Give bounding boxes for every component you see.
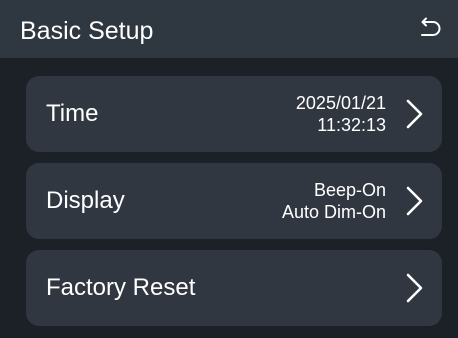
time-label: Time bbox=[46, 100, 99, 127]
time-setting-item[interactable]: Time 2025/01/21 11:32:13 bbox=[26, 76, 442, 152]
clock-value: 11:32:13 bbox=[317, 115, 386, 135]
display-label: Display bbox=[46, 187, 125, 214]
chevron-right-icon bbox=[404, 97, 426, 131]
time-values: 2025/01/21 11:32:13 bbox=[296, 92, 386, 136]
basic-setup-screen: Basic Setup Time 2025/01/21 11:32:13 Dis… bbox=[0, 0, 458, 338]
display-values: Beep-On Auto Dim-On bbox=[282, 179, 386, 223]
beep-value: Beep-On bbox=[313, 180, 386, 200]
date-value: 2025/01/21 bbox=[295, 93, 386, 113]
chevron-right-icon bbox=[404, 184, 426, 218]
back-button[interactable] bbox=[414, 14, 444, 44]
auto-dim-value: Auto Dim-On bbox=[281, 202, 386, 222]
factory-reset-label: Factory Reset bbox=[46, 274, 196, 301]
page-title: Basic Setup bbox=[20, 17, 154, 45]
display-setting-item[interactable]: Display Beep-On Auto Dim-On bbox=[26, 163, 442, 239]
factory-reset-item[interactable]: Factory Reset bbox=[26, 250, 442, 326]
chevron-right-icon bbox=[404, 271, 426, 305]
return-arrow-icon bbox=[421, 17, 441, 36]
header-bar: Basic Setup bbox=[0, 0, 458, 58]
